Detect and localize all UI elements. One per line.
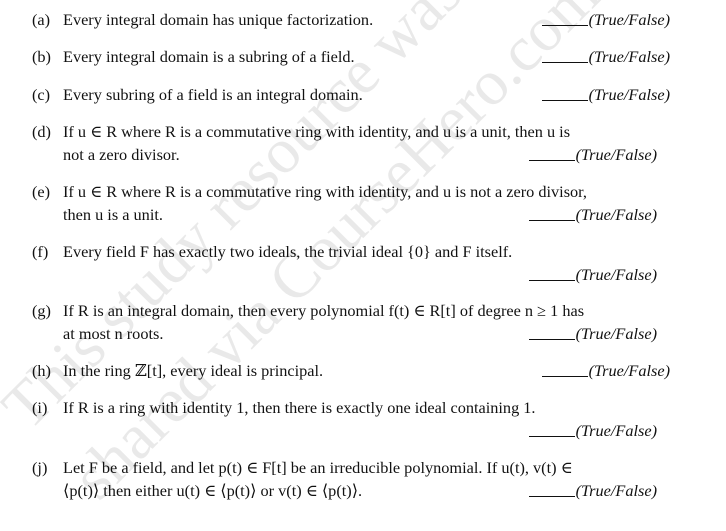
answer-blank[interactable] (528, 205, 575, 221)
question-text-line-2: then u is a unit. (63, 205, 163, 224)
question-text-line-1: If R is a ring with identity 1, then the… (63, 398, 536, 417)
answer-slot: (True/False) (541, 45, 670, 68)
question-e: (e) If u ∈ R where R is a commutative ri… (32, 180, 672, 226)
answer-blank[interactable] (528, 421, 575, 437)
question-text-line-1: If u ∈ R where R is a commutative ring w… (63, 182, 588, 201)
question-h: (h) In the ring ℤ[t], every ideal is pri… (32, 359, 672, 382)
question-b: (b) Every integral domain is a subring o… (32, 45, 672, 68)
true-false-hint: (True/False) (588, 47, 670, 66)
true-false-hint: (True/False) (575, 145, 657, 164)
question-text-line-1: If R is an integral domain, then every p… (63, 301, 585, 320)
answer-blank[interactable] (541, 361, 588, 377)
question-a: (a) Every integral domain has unique fac… (32, 8, 672, 31)
true-false-hint: (True/False) (588, 361, 670, 380)
question-d: (d) If u ∈ R where R is a commutative ri… (32, 120, 672, 166)
question-text-line-2: not a zero divisor. (63, 145, 180, 164)
true-false-hint: (True/False) (575, 421, 657, 440)
true-false-hint: (True/False) (575, 481, 657, 500)
true-false-hint: (True/False) (588, 10, 670, 29)
answer-slot: (True/False) (541, 8, 670, 31)
question-label: (f) (32, 242, 49, 261)
document-page: This study resource was shared via Cours… (0, 0, 726, 531)
question-f: (f) Every field F has exactly two ideals… (32, 240, 672, 286)
answer-slot: (True/False) (541, 83, 670, 106)
question-text-line-1: Every field F has exactly two ideals, th… (63, 242, 513, 261)
answer-slot: (True/False) (528, 322, 657, 345)
answer-slot: (True/False) (528, 263, 657, 286)
question-label: (i) (32, 398, 48, 417)
true-false-hint: (True/False) (575, 205, 657, 224)
question-label: (g) (32, 301, 51, 320)
question-g: (g) If R is an integral domain, then eve… (32, 299, 672, 345)
answer-slot: (True/False) (528, 419, 657, 442)
question-text-line-1: Let F be a field, and let p(t) ∈ F[t] be… (63, 458, 573, 477)
answer-slot: (True/False) (528, 479, 657, 502)
answer-blank[interactable] (528, 145, 575, 161)
question-text-line-2: ⟨p(t)⟩ then either u(t) ∈ ⟨p(t)⟩ or v(t)… (63, 481, 363, 500)
true-false-hint: (True/False) (588, 85, 670, 104)
answer-blank[interactable] (541, 47, 588, 63)
answer-slot: (True/False) (541, 359, 670, 382)
question-j: (j) Let F be a field, and let p(t) ∈ F[t… (32, 456, 672, 502)
answer-blank[interactable] (528, 324, 575, 340)
answer-slot: (True/False) (528, 203, 657, 226)
answer-blank[interactable] (541, 10, 588, 26)
true-false-hint: (True/False) (575, 324, 657, 343)
answer-blank[interactable] (541, 85, 588, 101)
answer-slot: (True/False) (528, 143, 657, 166)
answer-blank[interactable] (528, 265, 575, 281)
question-label: (j) (32, 458, 48, 477)
question-c: (c) Every subring of a field is an integ… (32, 83, 672, 106)
question-i: (i) If R is a ring with identity 1, then… (32, 396, 672, 442)
question-label: (e) (32, 182, 51, 201)
question-text-line-2: at most n roots. (63, 324, 164, 343)
answer-blank[interactable] (528, 481, 575, 497)
question-text-line-1: If u ∈ R where R is a commutative ring w… (63, 122, 571, 141)
true-false-hint: (True/False) (575, 265, 657, 284)
question-label: (d) (32, 122, 51, 141)
